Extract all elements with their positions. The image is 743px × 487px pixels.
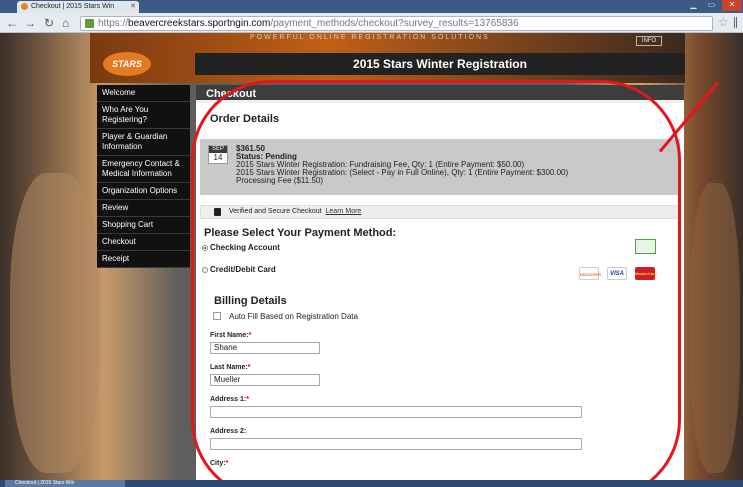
checking-label: Checking Account [210,243,280,252]
autofill-label: Auto Fill Based on Registration Data [229,312,358,321]
order-details-heading: Order Details [210,113,280,125]
background-player-left [10,173,100,473]
required-mark: * [248,332,252,339]
taskbar: Checkout | 2015 Stars Win [0,480,743,487]
address2-label: Address 2: [210,428,247,435]
address1-label: Address 1:* [210,396,249,403]
sidebar-item-review[interactable]: Review [97,200,190,217]
first-name-field[interactable]: Shane [210,342,320,354]
favicon-icon [21,3,28,10]
reload-icon[interactable]: ↻ [44,16,54,30]
close-tab-icon[interactable]: ✕ [130,2,136,10]
mastercard-card-icon: MasterCard [635,267,657,280]
address2-field[interactable] [210,438,582,450]
site-tagline: POWERFUL ONLINE REGISTRATION SOLUTIONS [250,34,490,41]
maximize-icon[interactable]: ▭ [704,0,719,11]
registration-steps-nav: Welcome Who Are You Registering? Player … [97,85,190,268]
billing-details-heading: Billing Details [214,295,287,307]
card-radio[interactable] [202,267,208,273]
checking-radio[interactable] [202,245,208,251]
autofill-checkbox[interactable] [213,312,221,320]
browser-menu-icon[interactable] [734,17,743,28]
order-summary: SEP 14 $361.50 Status: Pending 2015 Star… [200,139,680,195]
browser-tab-strip: Checkout | 2015 Stars Win ✕ ▁ ▭ ✕ [0,0,743,13]
sidebar-item-organization-options[interactable]: Organization Options [97,183,190,200]
last-name-field[interactable]: Mueller [210,374,320,386]
first-name-label: First Name:* [210,332,252,339]
home-icon[interactable]: ⌂ [62,16,69,30]
last-name-label: Last Name:* [210,364,251,371]
url-path: /payment_methods/checkout?survey_results… [270,18,519,29]
autofill-option[interactable]: Auto Fill Based on Registration Data [196,311,684,331]
order-month: SEP [209,146,227,153]
forward-icon[interactable]: → [24,16,36,30]
payment-option-card[interactable]: Credit/Debit Card DISCOVER VISA MasterCa… [196,265,684,287]
back-icon[interactable]: ← [6,16,18,30]
minimize-icon[interactable]: ▁ [686,0,701,11]
checkout-section-title: Checkout [196,85,684,103]
city-label: City:* [210,460,229,467]
order-day: 14 [213,153,223,162]
padlock-icon [214,208,221,216]
sidebar-item-receipt[interactable]: Receipt [97,251,190,268]
sidebar-item-emergency-medical[interactable]: Emergency Contact & Medical Information [97,156,190,183]
sidebar-item-welcome[interactable]: Welcome [97,85,190,102]
sidebar-item-shopping-cart[interactable]: Shopping Cart [97,217,190,234]
check-icon [635,239,656,254]
visa-card-icon: VISA [607,267,627,280]
order-date-badge: SEP 14 [208,145,228,164]
tab-title: Checkout | 2015 Stars Win [31,3,115,10]
sidebar-item-checkout[interactable]: Checkout [97,234,190,251]
taskbar-item[interactable]: Checkout | 2015 Stars Win [5,480,125,487]
https-lock-icon [85,19,94,28]
info-button[interactable]: INFO [636,36,662,46]
learn-more-link[interactable]: Learn More [326,208,362,215]
close-window-icon[interactable]: ✕ [722,0,742,11]
order-lines: $361.50 Status: Pending 2015 Stars Winte… [236,145,568,185]
address1-field[interactable] [210,406,582,418]
sidebar-item-who-registering[interactable]: Who Are You Registering? [97,102,190,129]
checkout-content: Checkout Order Details SEP 14 $361.50 St… [196,85,684,480]
order-line-item: Processing Fee ($11.50) [236,176,324,185]
payment-option-checking[interactable]: Checking Account [196,239,684,265]
required-mark: * [246,396,249,403]
required-mark: * [225,460,229,467]
background-player-right [690,183,740,473]
browser-toolbar: ← → ↻ ⌂ https://beavercreekstars.sportng… [0,13,743,33]
address-bar[interactable]: https://beavercreekstars.sportngin.com/p… [80,16,713,31]
secure-checkout-text: Verified and Secure Checkout [229,208,322,215]
card-label: Credit/Debit Card [210,265,276,274]
payment-method-heading: Please Select Your Payment Method: [204,227,397,239]
bookmark-star-icon[interactable]: ☆ [718,15,729,29]
url-prefix: https:// [98,18,129,29]
page-title: 2015 Stars Winter Registration [195,53,685,75]
sidebar-item-player-guardian[interactable]: Player & Guardian Information [97,129,190,156]
browser-tab[interactable]: Checkout | 2015 Stars Win ✕ [17,1,139,13]
required-mark: * [247,364,251,371]
url-host: beavercreekstars.sportngin.com [128,18,271,29]
secure-checkout-notice: Verified and Secure Checkout Learn More [200,205,680,219]
stars-logo: STARS [103,52,151,76]
discover-card-icon: DISCOVER [579,267,601,280]
